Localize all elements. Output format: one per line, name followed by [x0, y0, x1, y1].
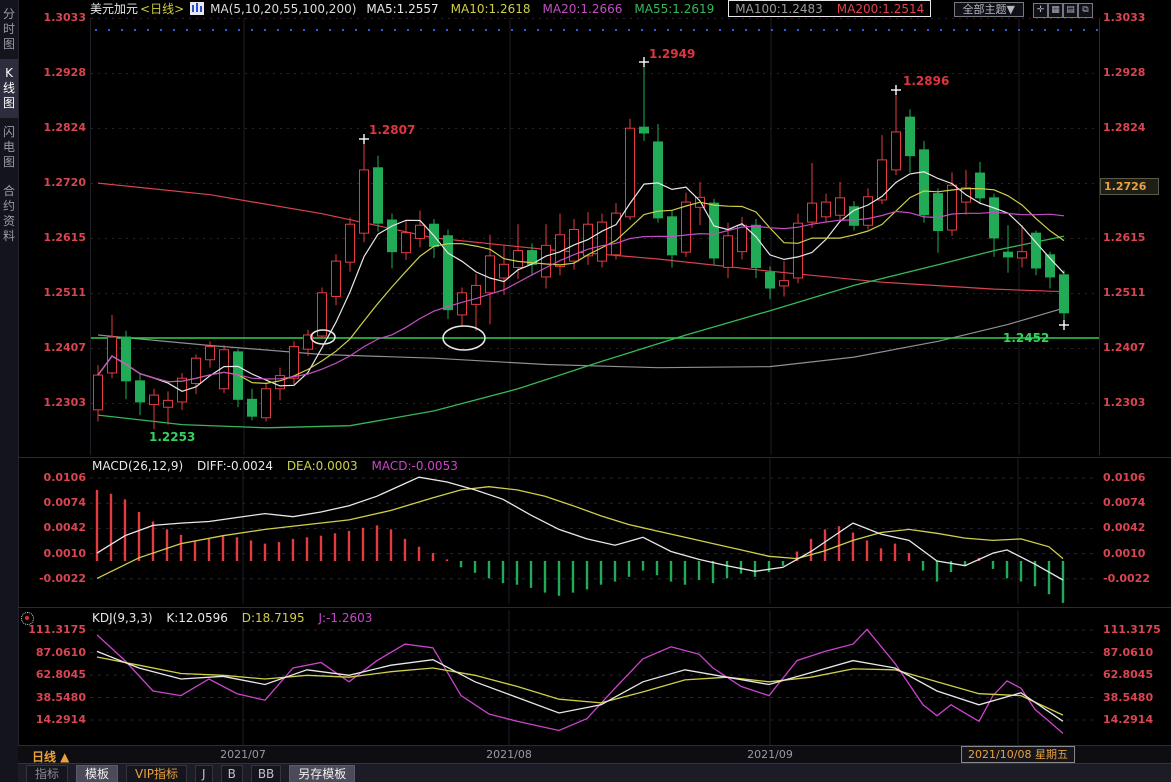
- chart-header: 美元加元 <日线> MA(5,10,20,55,100,200) MA5:1.2…: [18, 0, 1171, 17]
- period-tag: <日线>: [140, 0, 184, 17]
- sidebar-item-time-chart[interactable]: 分时图: [0, 0, 18, 59]
- kdj-axis-label: 111.3175: [20, 623, 86, 636]
- price-axis-label: 1.2615: [1103, 231, 1145, 244]
- macd-title: MACD(26,12,9): [92, 459, 183, 473]
- macd-axis-label: 0.0042: [20, 521, 86, 534]
- ma-value-2: MA20:1.2666: [543, 2, 623, 16]
- header-controls: 全部主题▼ ✛▦▤⧉: [954, 1, 1093, 18]
- kdj-k-value: K:12.0596: [166, 611, 228, 625]
- ma-legend: MA5:1.2557 MA10:1.2618 MA20:1.2666 MA55:1.2…: [366, 0, 931, 17]
- tab-vip-indicators[interactable]: VIP指标: [126, 765, 187, 782]
- svg-text:1.2452: 1.2452: [1003, 331, 1049, 345]
- sidebar-item-contract-info[interactable]: 合约资料: [0, 177, 18, 251]
- svg-text:1.2807: 1.2807: [369, 123, 415, 137]
- date-tick: 2021/10/08 星期五: [961, 746, 1075, 763]
- macd-axis-label: 0.0106: [20, 471, 86, 484]
- macd-axis-label: 0.0074: [20, 496, 86, 509]
- date-axis-bar: 日线 ▲ 2021/072021/082021/092021/10/08 星期五: [18, 745, 1171, 764]
- price-axis-label: 1.2824: [20, 121, 86, 134]
- ma-value-4: MA100:1.2483: [735, 2, 823, 16]
- kdj-axis-label: 87.0610: [20, 646, 86, 659]
- price-axis-label: 1.2928: [1103, 66, 1145, 79]
- kdj-chart[interactable]: [90, 610, 1098, 745]
- crosshair-icon[interactable]: ✛: [1033, 3, 1048, 18]
- macd-axis-label: -0.0022: [1103, 572, 1150, 585]
- date-tick: 2021/08: [486, 748, 532, 761]
- left-sidebar: 分时图K线图闪电图合约资料: [0, 0, 19, 782]
- tab-j[interactable]: J: [195, 765, 213, 782]
- svg-text:1.2896: 1.2896: [903, 74, 949, 88]
- kdj-title: KDJ(9,3,3): [92, 611, 153, 625]
- tab-indicators[interactable]: 指标: [26, 765, 68, 782]
- date-tick: 2021/09: [747, 748, 793, 761]
- sidebar-item-flash-chart[interactable]: 闪电图: [0, 118, 18, 177]
- chart-fit-icon[interactable]: ▦: [1048, 3, 1063, 18]
- price-axis-label: 1.2303: [1103, 396, 1145, 409]
- sidebar-item-kline-chart[interactable]: K线图: [0, 59, 18, 118]
- kdj-axis-label: 14.2914: [20, 713, 86, 726]
- macd-diff-value: DIFF:-0.0024: [197, 459, 273, 473]
- macd-dea-value: DEA:0.0003: [287, 459, 358, 473]
- price-axis-label: 1.3033: [1103, 11, 1145, 24]
- macd-axis-label: 0.0010: [20, 547, 86, 560]
- macd-axis-label: 0.0106: [1103, 471, 1145, 484]
- price-axis-label: 1.2303: [20, 396, 86, 409]
- date-tick: 2021/07: [220, 748, 266, 761]
- price-axis-label: 1.3033: [20, 11, 86, 24]
- tab-template[interactable]: 模板: [76, 765, 118, 782]
- price-axis-label: 1.2720: [20, 176, 86, 189]
- kdj-j-value: J:-1.2603: [318, 611, 372, 625]
- all-themes-button[interactable]: 全部主题▼: [954, 2, 1024, 17]
- price-axis-label: 1.2407: [20, 341, 86, 354]
- macd-header: MACD(26,12,9) DIFF:-0.0024 DEA:0.0003 MA…: [92, 459, 458, 473]
- price-axis-label: 1.2928: [20, 66, 86, 79]
- panel-separator: [18, 607, 1171, 608]
- chart-export-icon[interactable]: ⧉: [1078, 3, 1093, 18]
- header-icon-group: ✛▦▤⧉: [1033, 1, 1093, 18]
- macd-axis-label: 0.0042: [1103, 521, 1145, 534]
- kdj-axis-label: 111.3175: [1103, 623, 1161, 636]
- kdj-d-value: D:18.7195: [242, 611, 305, 625]
- chart-scale-icon[interactable]: ▤: [1063, 3, 1078, 18]
- price-axis-label: 1.2511: [20, 286, 86, 299]
- symbol-title: 美元加元: [90, 0, 138, 17]
- bottom-toolbar: 指标模板VIP指标JBBB另存模板: [18, 763, 1171, 782]
- ma-highlight-box: MA100:1.2483 MA200:1.2514: [728, 0, 931, 17]
- macd-chart[interactable]: [90, 458, 1098, 604]
- ma-value-1: MA10:1.2618: [451, 2, 531, 16]
- ma-value-0: MA5:1.2557: [366, 2, 438, 16]
- kdj-axis-label: 62.8045: [20, 668, 86, 681]
- price-axis-label: 1.2824: [1103, 121, 1145, 134]
- ma-value-5: MA200:1.2514: [837, 2, 925, 16]
- ma-value-3: MA55:1.2619: [634, 2, 714, 16]
- kdj-axis-label: 87.0610: [1103, 646, 1153, 659]
- macd-axis-label: -0.0022: [20, 572, 86, 585]
- macd-axis-label: 0.0010: [1103, 547, 1145, 560]
- candlestick-chart[interactable]: 1.2807 1.2949 1.2896 1.2253 1.2452: [90, 18, 1100, 455]
- tab-b[interactable]: B: [221, 765, 243, 782]
- macd-macd-value: MACD:-0.0053: [372, 459, 458, 473]
- price-axis-label: 1.2615: [20, 231, 86, 244]
- kdj-settings-icon[interactable]: [21, 612, 34, 625]
- kdj-axis-label: 38.5480: [20, 691, 86, 704]
- ma-group-label: MA(5,10,20,55,100,200): [210, 2, 356, 16]
- kdj-axis-label: 38.5480: [1103, 691, 1153, 704]
- kdj-axis-label: 14.2914: [1103, 713, 1153, 726]
- trading-app-window: 分时图K线图闪电图合约资料 美元加元 <日线> MA(5,10,20,55,10…: [0, 0, 1171, 782]
- price-axis-label: 1.2511: [1103, 286, 1145, 299]
- macd-axis-label: 0.0074: [1103, 496, 1145, 509]
- candlestick-chart-icon: [190, 2, 204, 15]
- kdj-header: KDJ(9,3,3) K:12.0596 D:18.7195 J:-1.2603: [92, 611, 372, 625]
- price-axis-label: 1.2407: [1103, 341, 1145, 354]
- current-price-tag: 1.2726: [1100, 178, 1159, 195]
- svg-text:1.2253: 1.2253: [149, 430, 195, 444]
- svg-text:1.2949: 1.2949: [649, 47, 695, 61]
- tab-save-template[interactable]: 另存模板: [289, 765, 355, 782]
- tab-bb[interactable]: BB: [251, 765, 281, 782]
- kdj-axis-label: 62.8045: [1103, 668, 1153, 681]
